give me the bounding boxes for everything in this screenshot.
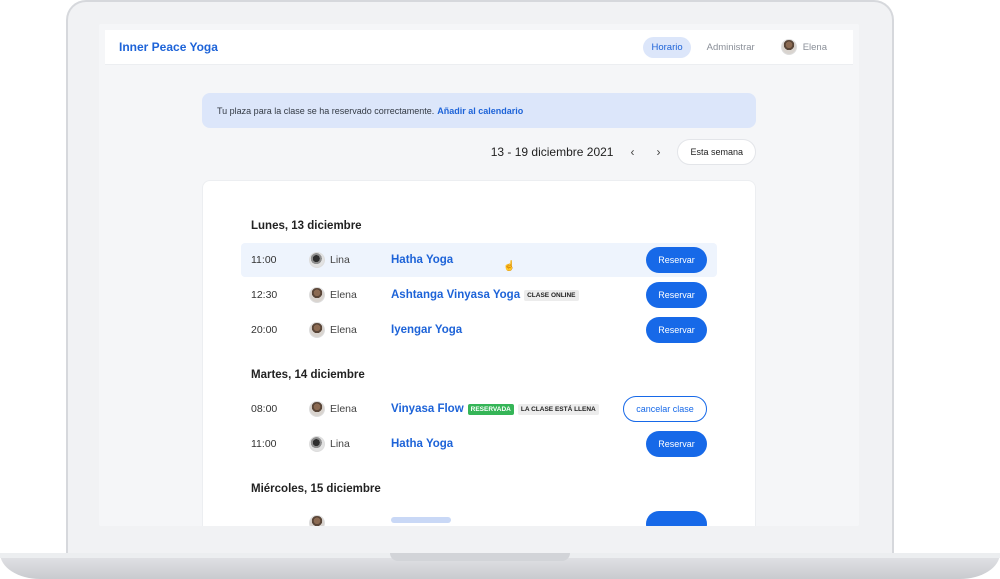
add-to-calendar-link[interactable]: Añadir al calendario: [437, 106, 523, 116]
class-name-link[interactable]: Hatha Yoga: [391, 254, 453, 266]
main-nav: Horario Administrar Elena: [643, 36, 839, 58]
screen: Inner Peace Yoga Horario Administrar Ele…: [99, 24, 859, 526]
nav-tab-administrar[interactable]: Administrar: [699, 37, 763, 58]
day-heading: Miércoles, 15 diciembre: [251, 483, 381, 495]
teacher-name: Elena: [330, 403, 357, 415]
teacher-name: Elena: [330, 289, 357, 301]
class-row: 11:00 Lina Hatha Yoga Reservar: [241, 427, 717, 461]
schedule-card: Lunes, 13 diciembre 11:00 Lina Hatha Yog…: [202, 180, 756, 526]
class-row: 20:00 Elena Iyengar Yoga Reservar: [241, 313, 717, 347]
reserve-button[interactable]: Reservar: [646, 282, 707, 308]
class-info: Iyengar Yoga: [391, 324, 462, 336]
class-teacher: Lina: [309, 252, 350, 268]
class-row: 12:30 Elena Ashtanga Vinyasa Yoga Clase …: [241, 278, 717, 312]
teacher-name: Elena: [330, 324, 357, 336]
class-time: 08:00: [251, 403, 278, 415]
day-heading: Martes, 14 diciembre: [251, 369, 365, 381]
class-teacher: Lina: [309, 436, 350, 452]
teacher-name: Lina: [330, 254, 350, 266]
teacher-avatar: [309, 515, 325, 526]
class-full-badge: La clase está llena: [517, 403, 599, 415]
class-row-cutoff: [241, 507, 717, 526]
prev-week-chevron-left-icon[interactable]: ‹: [625, 145, 639, 159]
class-name-cutoff: [391, 517, 451, 523]
class-time: 20:00: [251, 324, 278, 336]
reserve-button[interactable]: Reservar: [646, 247, 707, 273]
class-name-link[interactable]: Hatha Yoga: [391, 438, 453, 450]
teacher-avatar: [309, 252, 325, 268]
class-row: 08:00 Elena Vinyasa Flow Reservada La cl…: [241, 392, 717, 426]
success-alert: Tu plaza para la clase se ha reservado c…: [202, 93, 756, 128]
class-teacher: Elena: [309, 401, 357, 417]
class-teacher: Elena: [309, 322, 357, 338]
user-avatar: [780, 39, 797, 55]
teacher-avatar: [309, 322, 325, 338]
laptop-notch: [390, 553, 570, 561]
class-time: 11:00: [251, 438, 277, 450]
class-info: Ashtanga Vinyasa Yoga Clase online: [391, 289, 579, 301]
class-time: 12:30: [251, 289, 278, 301]
class-teacher: Elena: [309, 287, 357, 303]
brand-logo[interactable]: Inner Peace Yoga: [119, 40, 218, 54]
alert-message: Tu plaza para la clase se ha reservado c…: [217, 105, 435, 116]
class-name-link[interactable]: Vinyasa Flow: [391, 403, 464, 415]
class-name-link[interactable]: Iyengar Yoga: [391, 324, 462, 336]
user-name: Elena: [802, 41, 827, 53]
class-row[interactable]: 11:00 Lina Hatha Yoga ☝ Reservar: [241, 243, 717, 277]
class-info: Vinyasa Flow Reservada La clase está lle…: [391, 403, 599, 415]
reserve-button[interactable]: [646, 511, 707, 526]
reserve-button[interactable]: Reservar: [646, 317, 707, 343]
online-class-badge: Clase online: [524, 289, 579, 301]
day-heading: Lunes, 13 diciembre: [251, 220, 362, 232]
teacher-avatar: [309, 436, 325, 452]
nav-tab-horario[interactable]: Horario: [643, 36, 691, 58]
app-header: Inner Peace Yoga Horario Administrar Ele…: [105, 30, 853, 64]
hand-pointer-icon: ☝: [503, 261, 516, 272]
teacher-avatar: [309, 401, 325, 417]
class-info: Hatha Yoga: [391, 254, 453, 266]
reserved-badge: Reservada: [467, 403, 514, 415]
class-name-link[interactable]: Ashtanga Vinyasa Yoga: [391, 289, 520, 301]
teacher-name: Lina: [330, 438, 350, 450]
user-menu[interactable]: Elena: [780, 39, 827, 55]
next-week-chevron-right-icon[interactable]: ›: [651, 145, 665, 159]
cancel-class-button[interactable]: cancelar clase: [623, 396, 707, 422]
this-week-button[interactable]: Esta semana: [677, 139, 756, 165]
class-info: Hatha Yoga: [391, 438, 453, 450]
reserve-button[interactable]: Reservar: [646, 431, 707, 457]
week-range: 13 - 19 diciembre 2021: [490, 145, 614, 159]
week-navigation: 13 - 19 diciembre 2021 ‹ › Esta semana: [491, 139, 756, 165]
class-time: 11:00: [251, 254, 277, 266]
teacher-avatar: [309, 287, 325, 303]
